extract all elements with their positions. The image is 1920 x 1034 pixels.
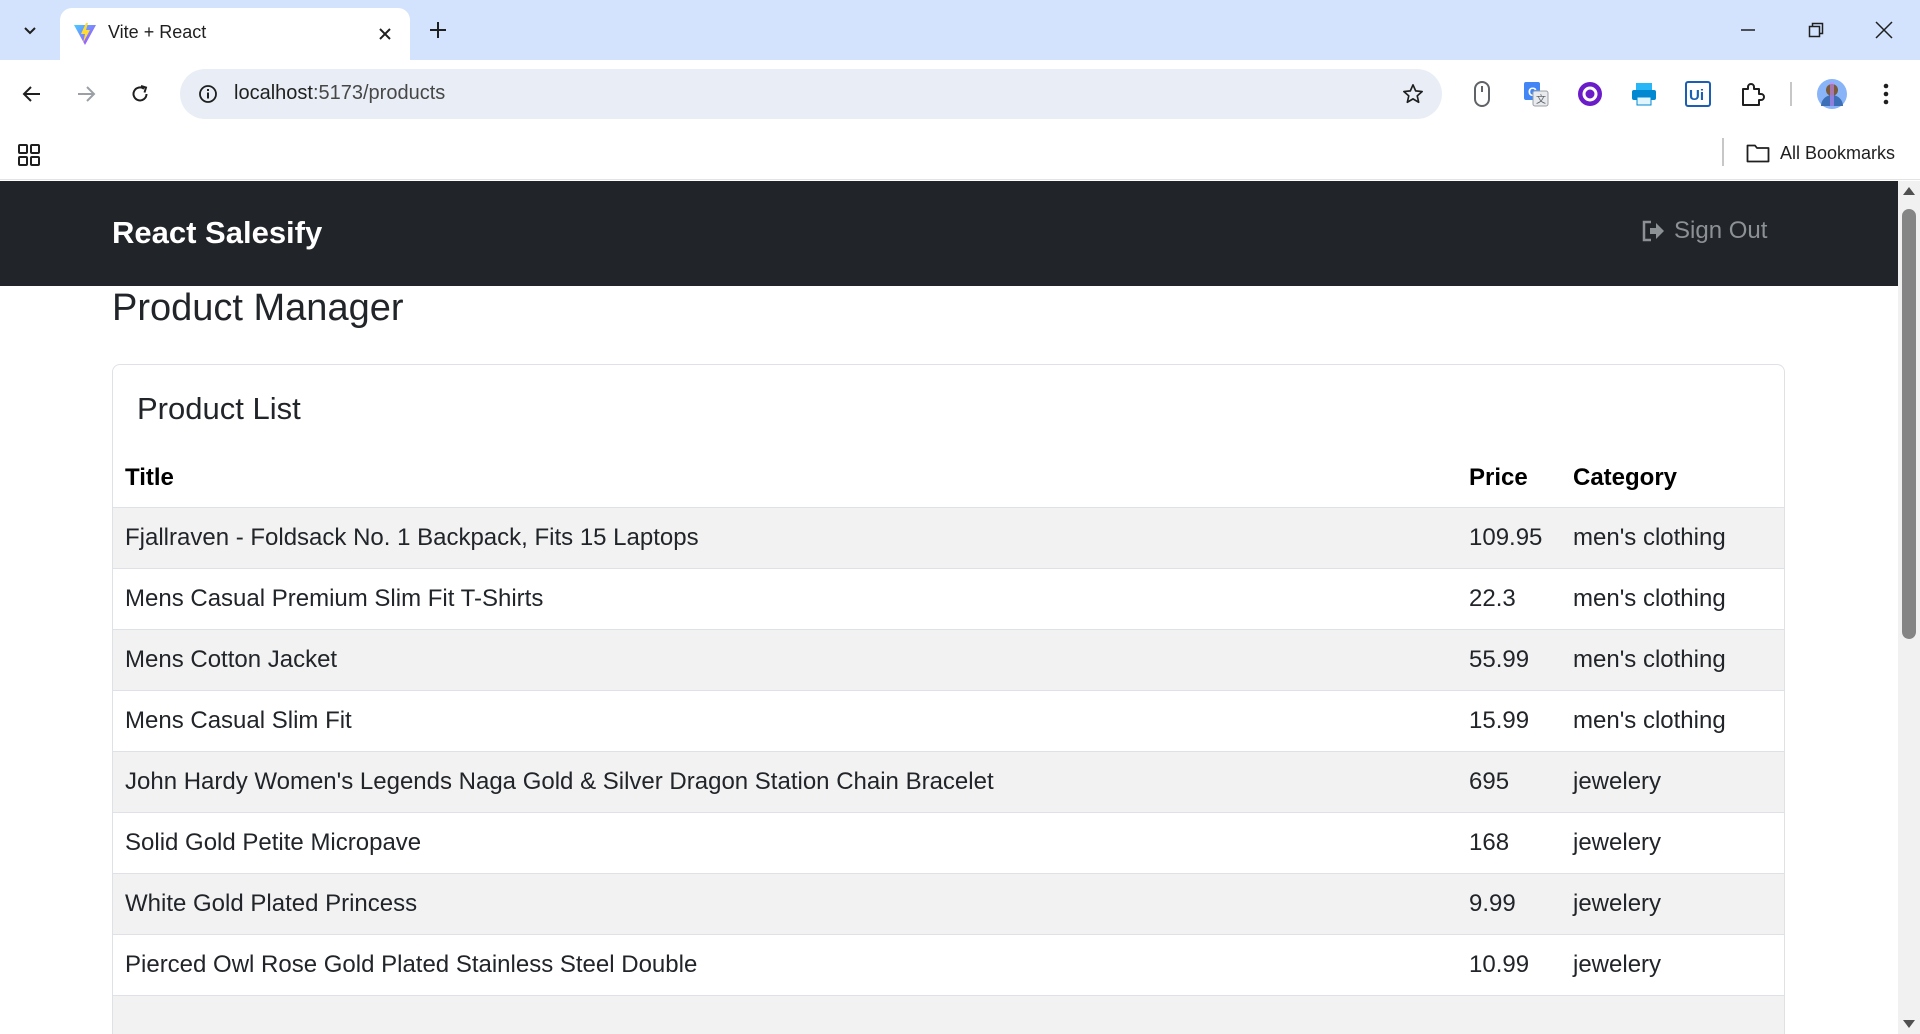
puzzle-icon[interactable] [1734,76,1770,112]
plus-icon[interactable] [420,12,456,48]
site-info-icon[interactable] [194,80,222,108]
table-header-row: Title Price Category [113,449,1784,508]
sign-out-icon [1642,220,1664,242]
folder-icon [1746,144,1770,163]
extension-icon[interactable] [1626,76,1662,112]
scroll-down-arrow-icon[interactable] [1903,1020,1915,1028]
product-title: Solid Gold Petite Micropave [113,812,1457,874]
table-row[interactable]: John Hardy Women's Legends Naga Gold & S… [113,751,1784,813]
url-text[interactable]: localhost:5173/products [234,82,445,105]
all-bookmarks-label: All Bookmarks [1780,142,1896,163]
tab-strip: Vite + React [0,0,1920,60]
product-title [113,995,1457,1034]
forward-arrow-icon[interactable] [66,74,106,114]
toolbar-divider [1790,82,1792,106]
product-list-card: Product List Title Price Category Fjallr… [112,364,1785,1034]
product-title: Mens Cotton Jacket [113,629,1457,691]
page-viewport: React Salesify Sign Out Product Manager … [0,181,1898,1034]
all-bookmarks-button[interactable]: All Bookmarks [1746,138,1895,168]
product-price: 55.99 [1457,629,1561,691]
product-price: 9.99 [1457,873,1561,935]
table-row[interactable]: White Gold Plated Princess 9.99 jewelery [113,873,1784,935]
reload-icon[interactable] [120,74,160,114]
table-row[interactable]: Fjallraven - Foldsack No. 1 Backpack, Fi… [113,507,1784,569]
star-icon[interactable] [1398,79,1428,109]
table-row[interactable]: Pierced Owl Rose Gold Plated Stainless S… [113,934,1784,996]
app-navbar: React Salesify Sign Out [0,181,1898,286]
brand-link[interactable]: React Salesify [112,215,322,251]
url-host: localhost [234,82,313,104]
column-header-price[interactable]: Price [1457,449,1561,508]
product-category: jewelery [1561,751,1784,813]
minimize-icon[interactable] [1714,0,1782,60]
product-title: Mens Casual Slim Fit [113,690,1457,752]
product-category: jewelery [1561,873,1784,935]
product-price: 15.99 [1457,690,1561,752]
product-price: 22.3 [1457,568,1561,630]
product-category: men's clothing [1561,568,1784,630]
vite-favicon [74,23,96,45]
scrollbar-thumb[interactable] [1902,209,1916,639]
tab-search-icon[interactable] [12,12,48,48]
svg-text:文: 文 [1536,93,1546,106]
active-tab[interactable]: Vite + React [60,8,410,60]
sign-out-button[interactable]: Sign Out [1642,217,1767,245]
table-row[interactable] [113,995,1784,1034]
table-row[interactable]: Mens Casual Slim Fit 15.99 men's clothin… [113,690,1784,752]
product-category: men's clothing [1561,690,1784,752]
product-price: 109.95 [1457,507,1561,569]
product-category: jewelery [1561,812,1784,874]
product-category: jewelery [1561,934,1784,996]
extension-icon[interactable]: G文 [1518,76,1554,112]
more-vert-icon[interactable] [1868,76,1904,112]
product-title: White Gold Plated Princess [113,873,1457,935]
product-price: 695 [1457,751,1561,813]
column-header-title[interactable]: Title [113,449,1457,508]
card-title: Product List [137,391,301,426]
bookmarks-bar: All Bookmarks [0,128,1920,180]
extension-icon[interactable] [1572,76,1608,112]
extension-icon[interactable]: Ui [1680,76,1716,112]
table-row[interactable]: Solid Gold Petite Micropave 168 jewelery [113,812,1784,874]
tab-title: Vite + React [108,22,207,42]
apps-grid-icon[interactable] [14,140,44,170]
product-category [1561,995,1784,1034]
table-row[interactable]: Mens Casual Premium Slim Fit T-Shirts 22… [113,568,1784,630]
column-header-category[interactable]: Category [1561,449,1784,508]
product-category: men's clothing [1561,629,1784,691]
product-title: John Hardy Women's Legends Naga Gold & S… [113,751,1457,813]
product-price [1457,995,1561,1034]
page-title: Product Manager [112,287,404,329]
address-bar[interactable]: localhost:5173/products [180,69,1442,119]
close-icon[interactable] [370,19,400,49]
page-scrollbar[interactable] [1898,181,1920,1034]
profile-avatar[interactable] [1814,76,1850,112]
browser-toolbar: localhost:5173/products G文 Ui [0,60,1920,128]
svg-text:Ui: Ui [1689,87,1704,104]
restore-icon[interactable] [1782,0,1850,60]
sign-out-label: Sign Out [1674,217,1768,244]
product-title: Pierced Owl Rose Gold Plated Stainless S… [113,934,1457,996]
product-title: Fjallraven - Foldsack No. 1 Backpack, Fi… [113,507,1457,569]
products-table: Title Price Category Fjallraven - Foldsa… [113,449,1784,1034]
url-path: :5173/products [312,82,446,104]
bookmarks-divider [1722,138,1724,166]
product-title: Mens Casual Premium Slim Fit T-Shirts [113,568,1457,630]
scroll-up-arrow-icon[interactable] [1903,187,1915,195]
window-close-icon[interactable] [1850,0,1918,60]
product-price: 10.99 [1457,934,1561,996]
back-arrow-icon[interactable] [12,74,52,114]
product-category: men's clothing [1561,507,1784,569]
extension-icon[interactable] [1464,76,1500,112]
product-price: 168 [1457,812,1561,874]
table-row[interactable]: Mens Cotton Jacket 55.99 men's clothing [113,629,1784,691]
